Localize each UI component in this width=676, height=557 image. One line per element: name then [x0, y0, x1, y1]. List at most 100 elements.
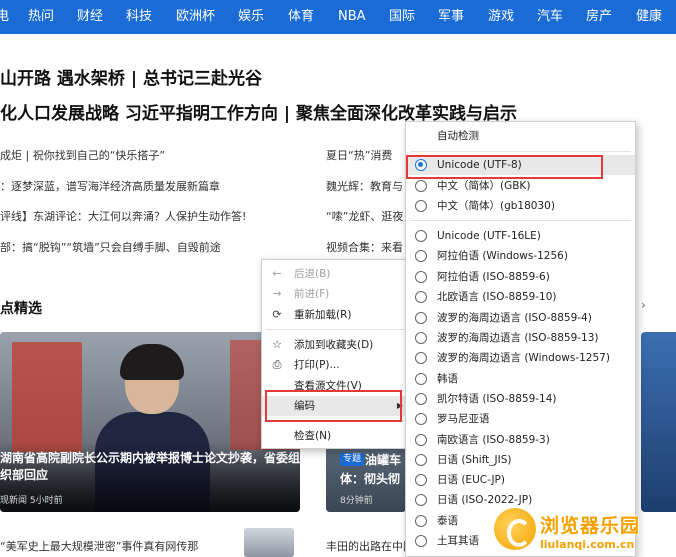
news-card-meta: 8分钟前 — [340, 496, 373, 506]
radio-icon — [415, 230, 427, 242]
enc-label: 阿拉伯语 (Windows-1256) — [437, 250, 568, 262]
enc-label: 日语 (EUC-JP) — [437, 474, 505, 486]
enc-option[interactable]: 韩语 — [406, 369, 635, 389]
enc-option[interactable]: 凯尔特语 (ISO-8859-14) — [406, 389, 635, 409]
enc-option[interactable]: 南欧语言 (ISO-8859-3) — [406, 430, 635, 450]
enc-label: 土耳其语 — [437, 535, 479, 547]
ctx-label: 重新加载(R) — [294, 309, 352, 321]
nav-item-games[interactable]: 游戏 — [488, 0, 514, 34]
enc-label: 波罗的海周边语言 (ISO-8859-13) — [437, 332, 599, 344]
ctx-print[interactable]: ⎙ 打印(P)... — [262, 355, 409, 375]
watermark-title: 浏览器乐园 — [540, 515, 641, 537]
enc-label: 南欧语言 (ISO-8859-3) — [437, 434, 550, 446]
radio-icon — [415, 393, 427, 405]
enc-label: 日语 (Shift_JIS) — [437, 454, 512, 466]
nav-item-house[interactable]: 房产 — [586, 0, 612, 34]
flag-shape — [12, 342, 82, 452]
radio-icon — [415, 474, 427, 486]
radio-icon — [415, 312, 427, 324]
ctx-label: 检查(N) — [294, 430, 332, 442]
radio-icon — [415, 434, 427, 446]
news-card-title[interactable]: 油罐车 — [365, 451, 401, 468]
news-item[interactable]: 评线】东湖评论：大江何以奔涌？人保护生动作答! — [0, 208, 260, 224]
news-card[interactable] — [641, 332, 676, 512]
chevron-right-icon[interactable]: › — [641, 298, 646, 312]
printer-icon: ⎙ — [272, 358, 282, 371]
news-item[interactable]: 视频合集：来看 — [326, 239, 404, 255]
enc-label: Unicode (UTF-16LE) — [437, 230, 541, 242]
top-nav: 电 热问 财经 科技 欧洲杯 娱乐 体育 NBA 国际 军事 游戏 汽车 房产 … — [0, 0, 676, 34]
nav-item-ent[interactable]: 娱乐 — [238, 0, 264, 34]
enc-option[interactable]: Unicode (UTF-16LE) — [406, 226, 635, 246]
watermark-url: liulanqi.com.cn — [540, 538, 635, 551]
nav-item-military[interactable]: 军事 — [438, 0, 464, 34]
enc-option[interactable]: 阿拉伯语 (Windows-1256) — [406, 246, 635, 266]
news-item[interactable]: “嗦”龙虾、逛夜 — [326, 208, 404, 224]
enc-label: 波罗的海周边语言 (ISO-8859-4) — [437, 312, 592, 324]
enc-separator — [410, 151, 631, 152]
arrow-right-icon: → — [272, 287, 282, 300]
enc-separator — [410, 220, 631, 221]
enc-option[interactable]: 日语 (ISO-2022-JP) — [406, 490, 635, 510]
nav-item-finance[interactable]: 财经 — [77, 0, 103, 34]
enc-option[interactable]: 罗马尼亚语 — [406, 409, 635, 429]
enc-option[interactable]: 波罗的海周边语言 (Windows-1257) — [406, 348, 635, 368]
ctx-add-favorite[interactable]: ☆ 添加到收藏夹(D) — [262, 335, 409, 355]
nav-item-tech[interactable]: 科技 — [126, 0, 152, 34]
enc-label: 阿拉伯语 (ISO-8859-6) — [437, 271, 550, 283]
news-card-title[interactable]: 体：彻头彻 — [340, 470, 400, 487]
enc-option[interactable]: 中文（简体）(GBK) — [406, 176, 635, 196]
feature-card[interactable] — [0, 332, 300, 512]
enc-label: 中文（简体）(GBK) — [437, 180, 531, 192]
radio-icon — [415, 250, 427, 262]
enc-option[interactable]: 中文（简体）(gb18030) — [406, 196, 635, 216]
enc-option[interactable]: 日语 (Shift_JIS) — [406, 450, 635, 470]
ctx-back[interactable]: ← 后退(B) — [262, 264, 409, 284]
enc-label: 罗马尼亚语 — [437, 413, 490, 425]
ctx-inspect[interactable]: 检查(N) — [262, 426, 409, 446]
radio-icon — [415, 494, 427, 506]
enc-option[interactable]: 波罗的海周边语言 (ISO-8859-13) — [406, 328, 635, 348]
ctx-label: 后退(B) — [294, 268, 331, 280]
news-item[interactable]: 夏日“热”消费 — [326, 147, 404, 163]
nav-item-nba[interactable]: NBA — [338, 0, 366, 34]
ctx-label: 前进(F) — [294, 288, 330, 300]
radio-icon — [415, 200, 427, 212]
watermark-logo-icon — [494, 508, 536, 550]
headline-1[interactable]: 山开路 遇水架桥 | 总书记三赴光谷 — [0, 64, 262, 89]
radio-icon — [415, 373, 427, 385]
news-thumbnail[interactable] — [244, 528, 294, 557]
radio-icon — [415, 535, 427, 547]
ctx-label: 打印(P)... — [294, 359, 340, 371]
ctx-reload[interactable]: ⟳ 重新加载(R) — [262, 305, 409, 325]
nav-item-hot[interactable]: 热问 — [28, 0, 54, 34]
highlight-box — [406, 155, 603, 179]
feature-card-title[interactable]: 湖南省高院副院长公示期内被举报博士论文抄袭，省委组织部回应 — [0, 450, 300, 484]
news-item[interactable]: 部：搞“脱钩”“筑墙”只会自缚手脚、自毁前途 — [0, 239, 260, 255]
topic-badge: 专题 — [340, 453, 365, 466]
encoding-submenu: 自动检测 Unicode (UTF-8) 中文（简体）(GBK) 中文（简体）(… — [405, 121, 636, 557]
enc-auto-detect[interactable]: 自动检测 — [437, 128, 479, 144]
enc-option[interactable]: 阿拉伯语 (ISO-8859-6) — [406, 267, 635, 287]
ctx-forward[interactable]: → 前进(F) — [262, 284, 409, 304]
news-item[interactable]: 成炬 | 祝你找到自己的“快乐搭子” — [0, 147, 260, 163]
feature-card-meta: 现新闻 5小时前 — [0, 496, 63, 506]
nav-item[interactable]: 电 — [0, 0, 9, 34]
radio-icon — [415, 454, 427, 466]
radio-icon — [415, 271, 427, 283]
nav-item-auto[interactable]: 汽车 — [537, 0, 563, 34]
enc-option[interactable]: 波罗的海周边语言 (ISO-8859-4) — [406, 308, 635, 328]
enc-label: 泰语 — [437, 515, 458, 527]
nav-item-intl[interactable]: 国际 — [389, 0, 415, 34]
news-item[interactable]: 魏光辉：教育与 — [326, 178, 404, 194]
nav-item-health[interactable]: 健康 — [636, 0, 662, 34]
enc-option[interactable]: 北欧语言 (ISO-8859-10) — [406, 287, 635, 307]
enc-label: 波罗的海周边语言 (Windows-1257) — [437, 352, 610, 364]
news-item[interactable]: ：逐梦深蓝，谱写海洋经济高质量发展新篇章 — [0, 178, 260, 194]
news-item[interactable]: “美军史上最大规模泄密”事件真有网传那 — [0, 538, 198, 554]
nav-item-euro[interactable]: 欧洲杯 — [176, 0, 215, 34]
enc-label: 北欧语言 (ISO-8859-10) — [437, 291, 557, 303]
enc-option[interactable]: 日语 (EUC-JP) — [406, 470, 635, 490]
radio-icon — [415, 180, 427, 192]
nav-item-sports[interactable]: 体育 — [288, 0, 314, 34]
